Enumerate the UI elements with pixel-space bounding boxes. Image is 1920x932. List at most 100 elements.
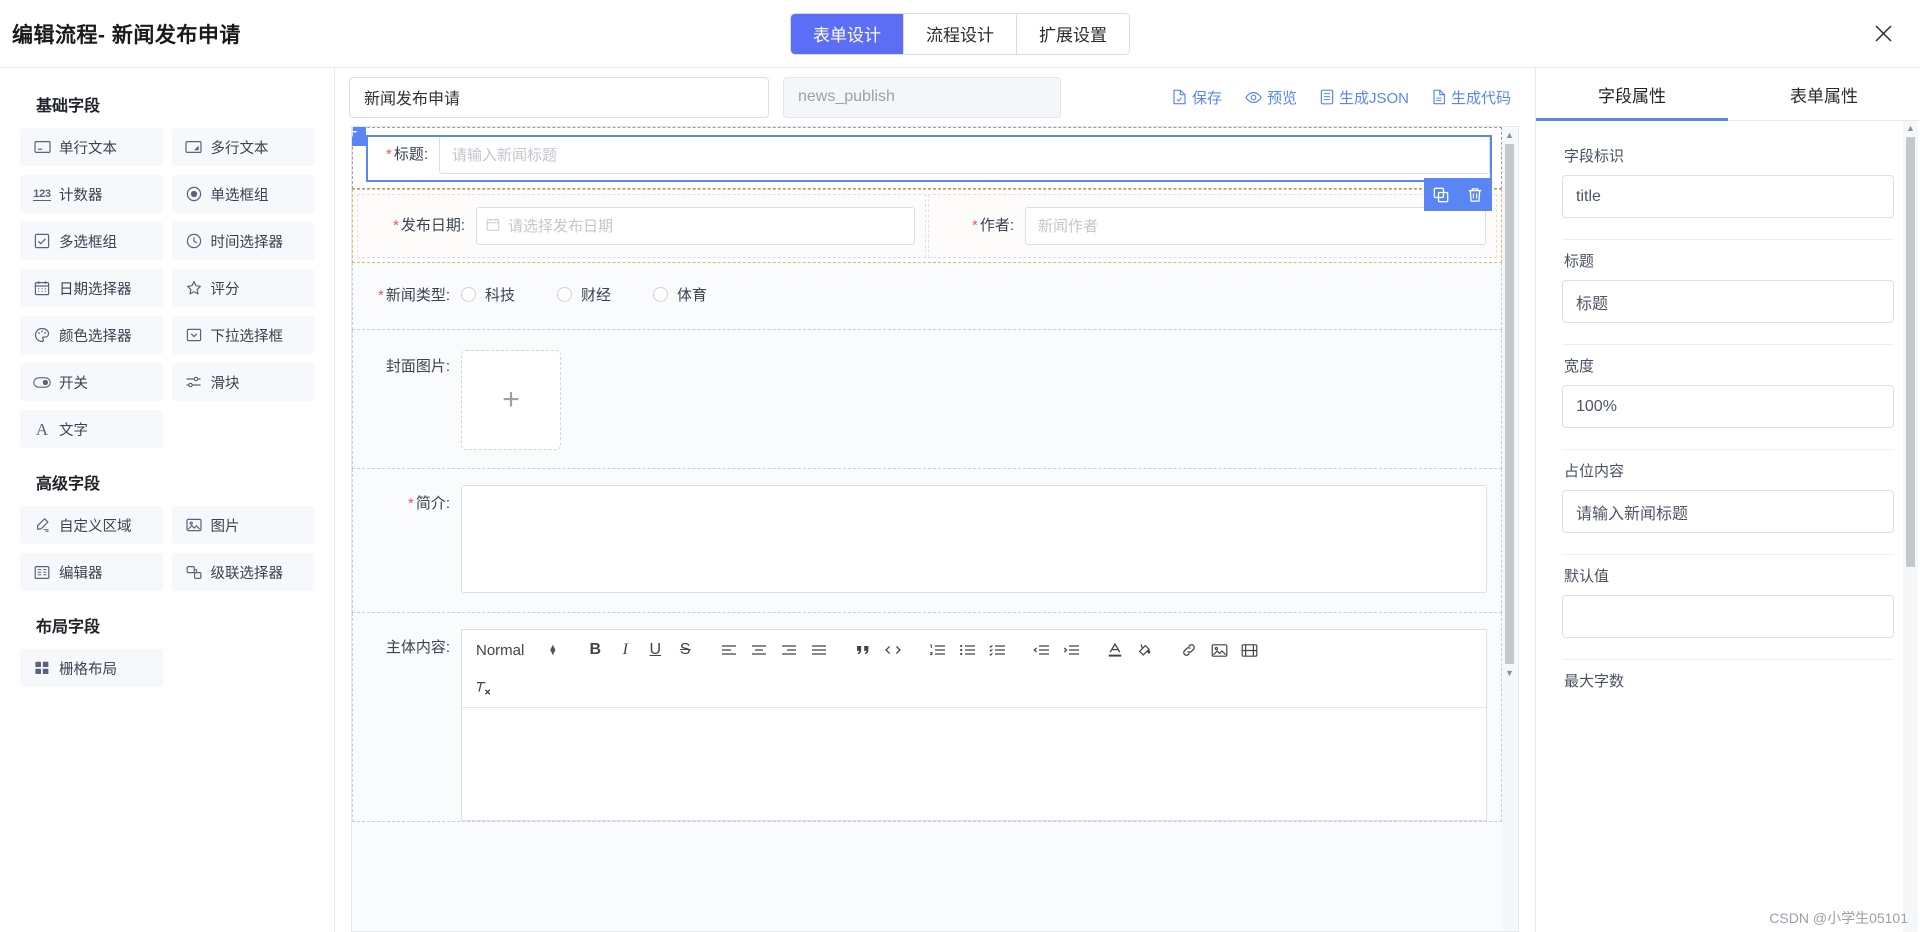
blockquote-icon[interactable] xyxy=(849,637,877,663)
indent-icon[interactable] xyxy=(1057,637,1085,663)
image-icon[interactable] xyxy=(1205,637,1233,663)
scroll-up-arrow-icon[interactable]: ▲ xyxy=(1505,128,1514,142)
form-key-input[interactable] xyxy=(783,77,1061,118)
generate-code-button[interactable]: 生成代码 xyxy=(1432,87,1511,108)
custom-area-icon xyxy=(33,516,51,534)
palette-item-checkbox-group[interactable]: 多选框组 xyxy=(20,222,163,260)
tab-form-properties[interactable]: 表单属性 xyxy=(1728,68,1920,120)
editor-content-area[interactable] xyxy=(462,708,1486,820)
grid-column-publish-date[interactable]: *发布日期: xyxy=(357,194,926,258)
scroll-up-arrow-icon[interactable]: ▲ xyxy=(1906,121,1915,135)
palette-item-grid-layout[interactable]: 栅格布局 xyxy=(20,649,163,687)
author-input[interactable] xyxy=(1025,207,1486,245)
outdent-icon[interactable] xyxy=(1027,637,1055,663)
close-icon[interactable] xyxy=(1868,19,1898,49)
align-right-icon[interactable] xyxy=(775,637,803,663)
properties-scrollbar-thumb[interactable] xyxy=(1906,137,1915,567)
cover-image-upload-button[interactable]: + xyxy=(461,350,561,450)
save-button[interactable]: 保存 xyxy=(1172,87,1222,108)
tab-extended-settings[interactable]: 扩展设置 xyxy=(1017,14,1129,54)
prop-label-max-length: 最大字数 xyxy=(1564,670,1894,691)
prop-field-default-value: 默认值 xyxy=(1562,565,1894,644)
drag-handle-icon[interactable]: + xyxy=(352,127,366,146)
check-list-icon[interactable] xyxy=(983,637,1011,663)
align-left-icon[interactable] xyxy=(715,637,743,663)
radio-option-finance[interactable]: 财经 xyxy=(557,284,611,305)
prop-input-identifier[interactable] xyxy=(1562,175,1894,218)
checkbox-group-icon xyxy=(33,232,51,250)
clear-format-icon[interactable] xyxy=(470,675,498,701)
tab-form-design[interactable]: 表单设计 xyxy=(791,14,904,54)
counter-123-icon: 123 xyxy=(33,185,51,203)
radio-dot-icon xyxy=(461,287,476,302)
palette-item-slider[interactable]: 滑块 xyxy=(172,363,315,401)
canvas-scrollbar[interactable]: ▲ ▼ xyxy=(1502,128,1517,930)
palette-item-rate[interactable]: 评分 xyxy=(172,269,315,307)
radio-option-sports[interactable]: 体育 xyxy=(653,284,707,305)
palette-item-cascader[interactable]: 级联选择器 xyxy=(172,553,315,591)
palette-group-layout: 栅格布局 xyxy=(20,649,314,687)
tab-process-design[interactable]: 流程设计 xyxy=(904,14,1017,54)
bullet-list-icon[interactable] xyxy=(953,637,981,663)
italic-icon[interactable]: I xyxy=(611,637,639,663)
palette-item-text[interactable]: A 文字 xyxy=(20,410,163,448)
divider xyxy=(1562,239,1894,240)
palette-item-color-picker[interactable]: 颜色选择器 xyxy=(20,316,163,354)
palette-item-rich-editor[interactable]: 编辑器 xyxy=(20,553,163,591)
palette-item-date-picker[interactable]: 日期选择器 xyxy=(20,269,163,307)
news-type-radio-group[interactable]: 科技 财经 体育 xyxy=(461,277,1487,305)
radio-option-tech[interactable]: 科技 xyxy=(461,284,515,305)
editor-format-select[interactable]: Normal ▲▼ xyxy=(470,637,561,663)
prop-input-placeholder[interactable] xyxy=(1562,490,1894,533)
grid-column-author[interactable]: *作者: xyxy=(928,194,1497,258)
form-canvas[interactable]: + *标题: xyxy=(351,126,1519,932)
palette-item-custom-area[interactable]: 自定义区域 xyxy=(20,506,163,544)
link-icon[interactable] xyxy=(1175,637,1203,663)
palette-item-radio-group[interactable]: 单选框组 xyxy=(172,175,315,213)
palette-item-single-line-text[interactable]: 单行文本 xyxy=(20,128,163,166)
palette-item-time-picker[interactable]: 时间选择器 xyxy=(172,222,315,260)
generate-json-button[interactable]: 生成JSON xyxy=(1320,87,1409,108)
bold-icon[interactable]: B xyxy=(581,637,609,663)
palette-item-select-dropdown[interactable]: 下拉选择框 xyxy=(172,316,315,354)
radio-option-label: 财经 xyxy=(581,284,611,305)
rich-text-editor[interactable]: Normal ▲▼ B I U S xyxy=(461,629,1487,821)
form-row-main-content[interactable]: 主体内容: Normal ▲▼ B I xyxy=(352,613,1502,822)
palette-item-label: 开关 xyxy=(59,372,88,393)
form-row-cover-image[interactable]: 封面图片: + xyxy=(352,330,1502,469)
align-center-icon[interactable] xyxy=(745,637,773,663)
code-block-icon[interactable] xyxy=(879,637,907,663)
align-justify-icon[interactable] xyxy=(805,637,833,663)
prop-field-width: 宽度 xyxy=(1562,355,1894,434)
properties-scrollbar[interactable]: ▲ xyxy=(1903,121,1918,932)
form-row-grid-layout[interactable]: *发布日期: *作者: xyxy=(352,189,1502,263)
prop-input-title[interactable] xyxy=(1562,280,1894,323)
preview-button[interactable]: 预览 xyxy=(1245,87,1297,108)
palette-item-label: 计数器 xyxy=(59,184,103,205)
field-label-summary: *简介: xyxy=(353,485,461,523)
scroll-down-arrow-icon[interactable]: ▼ xyxy=(1505,666,1514,680)
canvas-scrollbar-thumb[interactable] xyxy=(1505,144,1514,664)
form-name-input[interactable] xyxy=(349,77,769,118)
form-row-summary[interactable]: *简介: xyxy=(352,469,1502,613)
prop-input-default-value[interactable] xyxy=(1562,595,1894,638)
delete-icon[interactable] xyxy=(1458,178,1492,211)
palette-item-multi-line-text[interactable]: 多行文本 xyxy=(172,128,315,166)
tab-field-properties[interactable]: 字段属性 xyxy=(1536,68,1728,120)
summary-textarea[interactable] xyxy=(461,485,1487,593)
prop-input-width[interactable] xyxy=(1562,385,1894,428)
underline-icon[interactable]: U xyxy=(641,637,669,663)
font-color-icon[interactable] xyxy=(1101,637,1129,663)
video-icon[interactable] xyxy=(1235,637,1263,663)
palette-item-counter[interactable]: 123 计数器 xyxy=(20,175,163,213)
background-color-icon[interactable] xyxy=(1131,637,1159,663)
publish-date-input[interactable] xyxy=(476,207,915,245)
title-input[interactable] xyxy=(439,136,1490,174)
copy-icon[interactable] xyxy=(1424,178,1458,211)
ordered-list-icon[interactable] xyxy=(923,637,951,663)
palette-item-image[interactable]: 图片 xyxy=(172,506,315,544)
form-row-news-type[interactable]: *新闻类型: 科技 财经 体育 xyxy=(352,263,1502,330)
palette-item-switch[interactable]: 开关 xyxy=(20,363,163,401)
form-row-title[interactable]: + *标题: xyxy=(352,127,1502,189)
strikethrough-icon[interactable]: S xyxy=(671,637,699,663)
